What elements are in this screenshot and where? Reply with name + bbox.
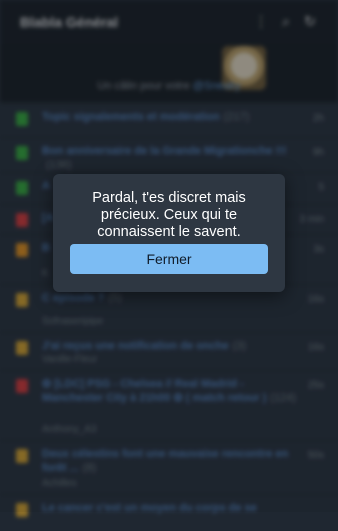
dialog-message: Pardal, t'es discret mais précieux. Ceux… [92,190,246,240]
close-button[interactable]: Fermer [70,244,268,274]
message-dialog: Pardal, t'es discret mais précieux. Ceux… [53,174,285,292]
